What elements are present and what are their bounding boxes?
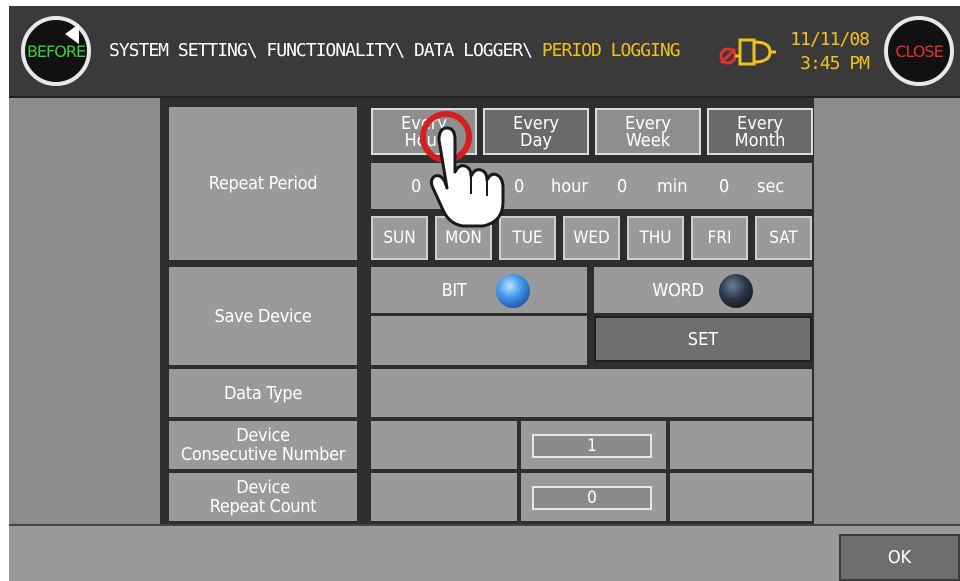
day-fri-button[interactable]: FRI bbox=[691, 216, 748, 260]
set-button[interactable]: SET bbox=[594, 316, 812, 362]
breadcrumb-current: PERIOD LOGGING bbox=[541, 40, 681, 61]
word-label: WORD bbox=[652, 279, 704, 301]
before-label: BEFORE bbox=[26, 41, 86, 61]
word-option[interactable]: WORD bbox=[594, 267, 812, 313]
consecutive-label-line1: Device bbox=[236, 425, 290, 446]
repeat-count-blank-left bbox=[371, 473, 517, 521]
repeat-count-label-line2: Repeat Count bbox=[209, 496, 317, 517]
day-wed-button[interactable]: WED bbox=[563, 216, 620, 260]
consecutive-blank-left bbox=[371, 421, 517, 469]
repeat-count-label: Device Repeat Count bbox=[169, 473, 357, 521]
hour-value[interactable]: 0 bbox=[514, 176, 524, 197]
every-week-line1: Every bbox=[624, 112, 671, 134]
data-logger-disabled-icon bbox=[719, 38, 776, 66]
time-text: 3:45 PM bbox=[800, 53, 870, 74]
every-week-button[interactable]: Every Week bbox=[595, 108, 701, 155]
every-month-line2: Month bbox=[734, 129, 786, 151]
every-month-line1: Every bbox=[736, 112, 783, 134]
min-value[interactable]: 0 bbox=[617, 176, 627, 197]
sec-unit: sec bbox=[757, 176, 785, 197]
footer-bar bbox=[9, 524, 960, 581]
consecutive-blank-right bbox=[670, 421, 812, 469]
consecutive-number-field[interactable]: 1 bbox=[532, 434, 652, 458]
breadcrumb-path: SYSTEM SETTING\ FUNCTIONALITY\ DATA LOGG… bbox=[109, 40, 542, 61]
every-day-line1: Every bbox=[512, 112, 559, 134]
header-bar: BEFORE SYSTEM SETTING\ FUNCTIONALITY\ DA… bbox=[9, 6, 960, 98]
close-button[interactable]: CLOSE bbox=[884, 16, 954, 86]
every-week-line2: Week bbox=[625, 129, 671, 151]
hmi-screen: BEFORE SYSTEM SETTING\ FUNCTIONALITY\ DA… bbox=[9, 6, 960, 581]
min-unit: min bbox=[657, 176, 688, 197]
save-device-label: Save Device bbox=[169, 267, 357, 365]
save-device-blank bbox=[371, 316, 587, 365]
consecutive-label-line2: Consecutive Number bbox=[180, 444, 346, 465]
datetime-display: 11/11/08 3:45 PM bbox=[779, 28, 870, 76]
repeat-count-field[interactable]: 0 bbox=[532, 486, 652, 510]
bit-radio-icon[interactable] bbox=[496, 274, 530, 308]
every-month-button[interactable]: Every Month bbox=[707, 108, 813, 155]
data-type-value[interactable] bbox=[371, 369, 812, 417]
consecutive-number-label: Device Consecutive Number bbox=[169, 421, 357, 469]
date-text: 11/11/08 bbox=[790, 29, 870, 50]
bit-label: BIT bbox=[441, 279, 467, 301]
repeat-period-label: Repeat Period bbox=[169, 107, 357, 260]
repeat-count-blank-right bbox=[670, 473, 812, 521]
breadcrumb: SYSTEM SETTING\ FUNCTIONALITY\ DATA LOGG… bbox=[109, 40, 681, 61]
ok-button[interactable]: OK bbox=[839, 534, 960, 581]
data-type-label: Data Type bbox=[169, 369, 357, 417]
every-day-line2: Day bbox=[520, 129, 552, 151]
word-radio-icon[interactable] bbox=[719, 274, 753, 308]
bit-option[interactable]: BIT bbox=[371, 267, 587, 313]
day-sat-button[interactable]: SAT bbox=[755, 216, 812, 260]
close-label: CLOSE bbox=[895, 41, 943, 61]
day-thu-button[interactable]: THU bbox=[627, 216, 684, 260]
tap-hand-icon bbox=[420, 111, 505, 228]
repeat-count-label-line1: Device bbox=[236, 477, 290, 498]
back-arrow-icon bbox=[65, 24, 79, 44]
sec-value[interactable]: 0 bbox=[719, 176, 729, 197]
hour-unit: hour bbox=[551, 176, 589, 197]
before-button[interactable]: BEFORE bbox=[21, 16, 91, 86]
